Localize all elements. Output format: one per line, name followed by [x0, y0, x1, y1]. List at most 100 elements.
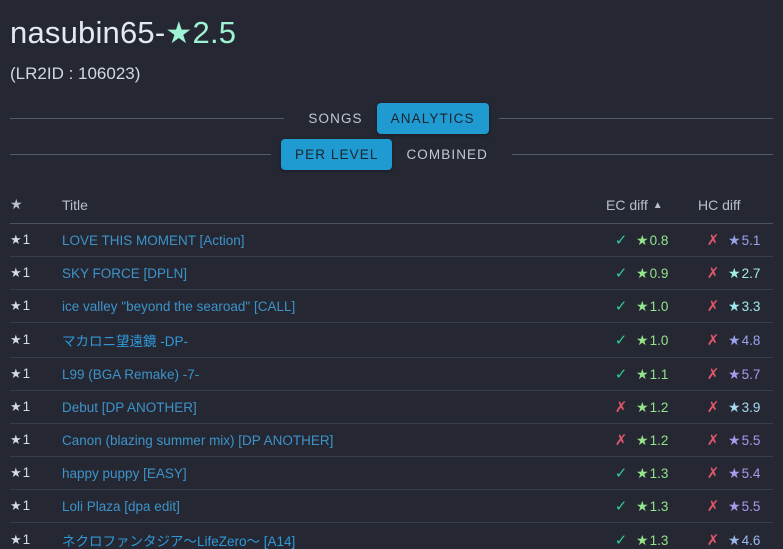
hc-diff-value: ★5.5	[728, 498, 773, 515]
star-icon: ★	[636, 365, 649, 382]
cell-ec-diff: ✓ ★0.9	[606, 256, 698, 291]
ec-diff-value: ★1.3	[636, 465, 698, 482]
column-header-title[interactable]: Title	[62, 190, 606, 225]
hc-diff-number: 5.5	[741, 432, 761, 448]
song-title-link[interactable]: ネクロファンタジア～LifeZero～ [A14]	[62, 534, 295, 549]
secondary-tab-row: PER LEVEL COMBINED	[0, 136, 783, 172]
check-icon: ✓	[614, 498, 628, 516]
column-header-hc-diff[interactable]: HC diff	[698, 190, 773, 225]
table-row[interactable]: ★1 マカロニ望遠鏡 -DP- ✓ ★1.0 ✗ ★4.8	[10, 322, 773, 359]
table-row[interactable]: ★1 Debut [DP ANOTHER] ✗ ★1.2 ✗ ★3.9	[10, 390, 773, 425]
ec-diff-value: ★1.2	[636, 399, 698, 416]
song-title-link[interactable]: L99 (BGA Remake) -7-	[62, 367, 199, 382]
song-title-link[interactable]: Canon (blazing summer mix) [DP ANOTHER]	[62, 433, 333, 448]
cross-icon: ✗	[706, 232, 720, 250]
cell-level: ★1	[10, 289, 62, 324]
cross-icon: ✗	[706, 298, 720, 316]
hc-diff-value: ★5.5	[728, 432, 773, 449]
ec-diff-number: 1.0	[649, 298, 669, 314]
ec-diff-number: 0.9	[649, 265, 669, 281]
tab-combined[interactable]: COMBINED	[392, 139, 502, 170]
cell-hc-diff: ✗ ★4.8	[698, 322, 773, 359]
ec-diff-number: 0.8	[649, 232, 669, 248]
ec-diff-number: 1.0	[649, 332, 669, 348]
ec-diff-value: ★1.3	[636, 532, 698, 549]
tab-analytics[interactable]: ANALYTICS	[376, 102, 489, 134]
table-row[interactable]: ★1 ice valley "beyond the searoad" [CALL]…	[10, 289, 773, 324]
cell-hc-diff: ✗ ★3.9	[698, 390, 773, 425]
songs-table-container: ★ Title EC diff ▲ HC diff ★1 LOVE THIS MOM…	[0, 190, 783, 549]
page-title: nasubin65-★2.5	[10, 14, 773, 53]
check-icon: ✓	[614, 532, 628, 549]
cell-level: ★1	[10, 390, 62, 425]
level-value: 1	[22, 232, 31, 248]
song-title-link[interactable]: Loli Plaza [dpa edit]	[62, 499, 180, 514]
star-icon: ★	[10, 232, 22, 248]
cell-ec-diff: ✗ ★1.2	[606, 423, 698, 458]
cell-level: ★1	[10, 322, 62, 359]
check-icon: ✓	[614, 332, 628, 350]
ec-diff-number: 1.3	[649, 465, 669, 481]
cell-hc-diff: ✗ ★5.5	[698, 423, 773, 458]
table-row[interactable]: ★1 happy puppy [EASY] ✓ ★1.3 ✗ ★5.4	[10, 456, 773, 491]
table-row[interactable]: ★1 Loli Plaza [dpa edit] ✓ ★1.3 ✗ ★5.5	[10, 489, 773, 524]
secondary-tab-group: PER LEVEL COMBINED	[271, 138, 512, 170]
ec-diff-value: ★1.1	[636, 366, 698, 383]
song-title-link[interactable]: マカロニ望遠鏡 -DP-	[62, 334, 188, 349]
primary-tab-row: SONGS ANALYTICS	[0, 100, 783, 136]
cell-hc-diff: ✗ ★5.4	[698, 456, 773, 491]
cell-level: ★1	[10, 223, 62, 258]
star-icon: ★	[10, 366, 22, 382]
tab-per-level[interactable]: PER LEVEL	[281, 138, 393, 170]
star-icon: ★	[728, 398, 741, 415]
table-row[interactable]: ★1 SKY FORCE [DPLN] ✓ ★0.9 ✗ ★2.7	[10, 256, 773, 291]
column-header-level[interactable]: ★	[10, 190, 62, 225]
cell-title: Canon (blazing summer mix) [DP ANOTHER]	[62, 423, 606, 458]
table-row[interactable]: ★1 Canon (blazing summer mix) [DP ANOTHER…	[10, 423, 773, 458]
cell-ec-diff: ✓ ★1.1	[606, 357, 698, 392]
table-row[interactable]: ★1 L99 (BGA Remake) -7- ✓ ★1.1 ✗ ★5.7	[10, 357, 773, 392]
song-title-link[interactable]: happy puppy [EASY]	[62, 466, 187, 481]
star-icon: ★	[10, 265, 22, 281]
hc-diff-number: 5.5	[741, 498, 761, 514]
star-icon: ★	[728, 365, 741, 382]
check-icon: ✓	[614, 366, 628, 384]
cross-icon: ✗	[706, 532, 720, 549]
check-icon: ✓	[614, 465, 628, 483]
cell-hc-diff: ✗ ★5.7	[698, 357, 773, 392]
ec-diff-number: 1.2	[649, 432, 669, 448]
hc-diff-value: ★5.4	[728, 465, 773, 482]
cell-title: happy puppy [EASY]	[62, 456, 606, 491]
cell-ec-diff: ✓ ★1.3	[606, 489, 698, 524]
table-row[interactable]: ★1 LOVE THIS MOMENT [Action] ✓ ★0.8 ✗ ★5.1	[10, 223, 773, 258]
title-separator: -	[154, 15, 166, 50]
table-row[interactable]: ★1 ネクロファンタジア～LifeZero～ [A14] ✓ ★1.3 ✗ ★4.6	[10, 522, 773, 549]
check-icon: ✓	[614, 265, 628, 283]
cell-ec-diff: ✗ ★1.2	[606, 390, 698, 425]
ec-diff-value: ★1.0	[636, 332, 698, 349]
star-icon: ★	[10, 399, 22, 415]
star-icon: ★	[728, 464, 741, 481]
ec-diff-value: ★0.9	[636, 265, 698, 282]
ec-diff-value: ★1.3	[636, 498, 698, 515]
level-value: 1	[22, 432, 31, 448]
hc-diff-number: 4.8	[741, 332, 761, 348]
song-title-link[interactable]: ice valley "beyond the searoad" [CALL]	[62, 299, 295, 314]
subtab-rule-left	[10, 153, 271, 155]
column-header-ec-diff[interactable]: EC diff ▲	[606, 190, 698, 225]
song-title-link[interactable]: Debut [DP ANOTHER]	[62, 400, 197, 415]
cell-title: マカロニ望遠鏡 -DP-	[62, 322, 606, 359]
cell-title: Loli Plaza [dpa edit]	[62, 489, 606, 524]
tab-songs[interactable]: SONGS	[294, 103, 376, 134]
star-icon: ★	[636, 331, 649, 348]
song-title-link[interactable]: LOVE THIS MOMENT [Action]	[62, 233, 245, 248]
check-icon: ✓	[614, 298, 628, 316]
star-icon: ★	[10, 432, 22, 448]
level-value: 1	[22, 265, 31, 281]
song-title-link[interactable]: SKY FORCE [DPLN]	[62, 266, 187, 281]
hc-diff-number: 3.3	[741, 298, 761, 314]
star-icon: ★	[10, 532, 22, 548]
star-icon: ★	[10, 498, 22, 514]
cell-level: ★1	[10, 256, 62, 291]
star-icon: ★	[636, 398, 649, 415]
